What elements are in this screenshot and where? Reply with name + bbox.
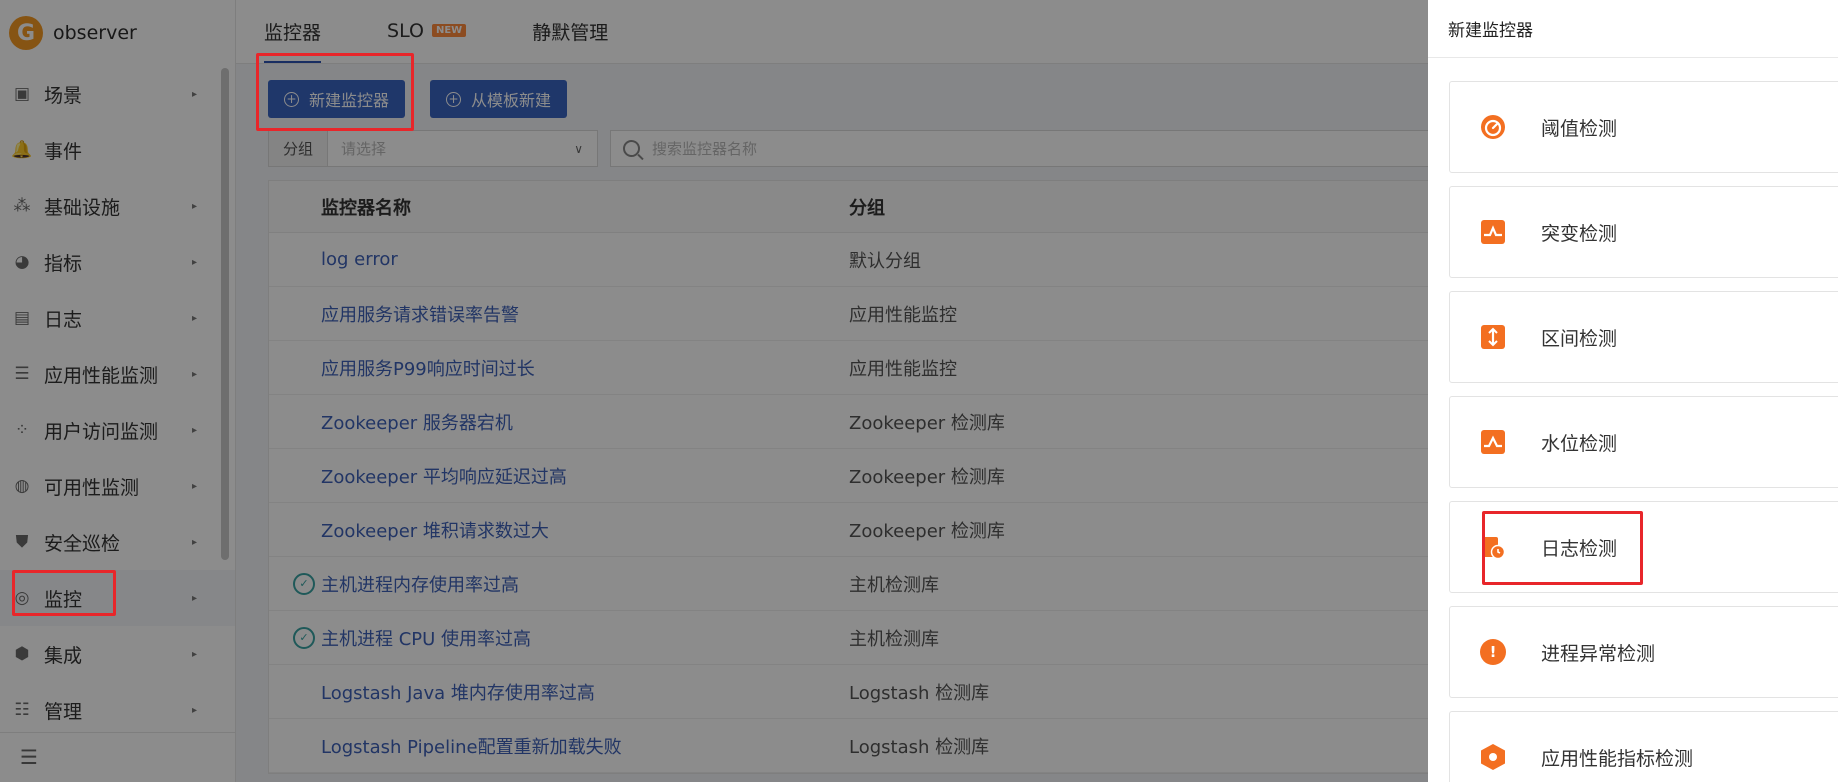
water-level-icon xyxy=(1480,429,1506,455)
new-monitor-drawer: 新建监控器 阈值检测 突变检测 区间检测 水位检测 日志检测 ! 进程异常检测 … xyxy=(1428,0,1838,782)
option-label: 阈值检测 xyxy=(1541,117,1618,140)
gauge-icon xyxy=(1480,114,1506,140)
option-label: 水位检测 xyxy=(1541,432,1618,455)
option-process-anomaly-detection[interactable]: ! 进程异常检测 xyxy=(1449,606,1838,698)
option-range-detection[interactable]: 区间检测 xyxy=(1449,291,1838,383)
option-threshold-detection[interactable]: 阈值检测 xyxy=(1449,81,1838,173)
option-water-level-detection[interactable]: 水位检测 xyxy=(1449,396,1838,488)
option-label: 突变检测 xyxy=(1541,222,1618,245)
option-label: 日志检测 xyxy=(1541,537,1618,560)
option-log-detection[interactable]: 日志检测 xyxy=(1449,501,1838,593)
apm-hexagon-icon xyxy=(1480,744,1506,770)
range-arrows-icon xyxy=(1480,324,1506,350)
modal-overlay[interactable] xyxy=(0,0,1428,782)
option-apm-metric-detection[interactable]: 应用性能指标检测 xyxy=(1449,711,1838,782)
option-label: 进程异常检测 xyxy=(1541,642,1656,665)
alert-circle-icon: ! xyxy=(1480,639,1506,665)
log-detect-icon xyxy=(1480,534,1506,560)
option-label: 区间检测 xyxy=(1541,327,1618,350)
option-label: 应用性能指标检测 xyxy=(1541,747,1694,770)
option-mutation-detection[interactable]: 突变检测 xyxy=(1449,186,1838,278)
mutation-wave-icon xyxy=(1480,219,1506,245)
drawer-title: 新建监控器 xyxy=(1428,0,1838,58)
